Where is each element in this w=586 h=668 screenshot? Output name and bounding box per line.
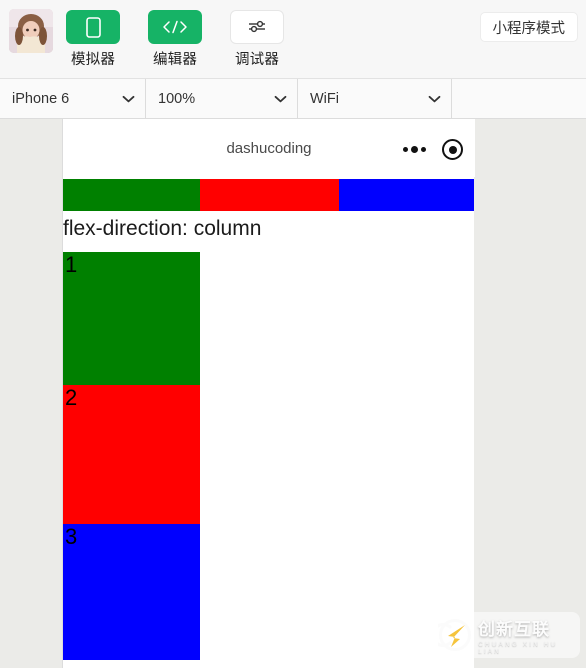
device-select[interactable]: iPhone 6 xyxy=(0,79,146,118)
simulator-stage: dashucoding flex-direction: column 123 创… xyxy=(0,119,586,668)
phone-icon xyxy=(85,16,101,38)
watermark-text: 创新互联 CHUANG XIN HU LIAN xyxy=(478,615,572,655)
flex-row-demo xyxy=(63,179,474,211)
zoom-select-value: 100% xyxy=(158,90,196,107)
network-select[interactable]: WiFi xyxy=(298,79,452,118)
phone-preview: dashucoding flex-direction: column 123 xyxy=(62,119,475,668)
target-center xyxy=(448,145,457,154)
chevron-down-icon xyxy=(274,95,287,103)
flex-column-demo: 123 xyxy=(63,252,200,660)
code-icon xyxy=(163,20,187,34)
mini-program-mode-button[interactable]: 小程序模式 xyxy=(479,12,578,42)
cx-logo-icon xyxy=(431,618,472,652)
main-toolbar: 模拟器 编辑器 调试器 小程序模式 xyxy=(0,0,586,79)
mini-program-navbar: dashucoding xyxy=(63,119,475,177)
target-circle-icon[interactable] xyxy=(442,139,463,160)
chevron-down-icon xyxy=(428,95,441,103)
debugger-button-label: 调试器 xyxy=(234,52,280,68)
user-avatar[interactable] xyxy=(9,9,53,53)
simulator-button-label: 模拟器 xyxy=(70,52,116,68)
dot xyxy=(421,147,426,152)
navbar-capsule xyxy=(403,139,463,160)
debugger-button[interactable] xyxy=(230,10,284,44)
editor-window: 模拟器 编辑器 调试器 小程序模式 iPhone 6 100% WiFi das… xyxy=(0,0,586,668)
simulator-button[interactable] xyxy=(66,10,120,44)
slider-icon xyxy=(249,20,265,33)
zoom-select[interactable]: 100% xyxy=(146,79,298,118)
options-bar-empty-area xyxy=(452,79,586,118)
flex-row-item xyxy=(200,179,339,211)
flex-column-item: 3 xyxy=(63,524,200,660)
watermark-en: CHUANG XIN HU LIAN xyxy=(478,641,558,655)
site-watermark: 创新互联 CHUANG XIN HU LIAN xyxy=(430,612,580,658)
device-select-value: iPhone 6 xyxy=(12,90,70,107)
chevron-down-icon xyxy=(122,95,135,103)
dot xyxy=(403,147,408,152)
flex-column-item: 2 xyxy=(63,385,200,524)
more-dots-icon[interactable] xyxy=(403,146,426,153)
watermark-cn: 创新互联 xyxy=(478,620,550,639)
flex-direction-caption: flex-direction: column xyxy=(63,217,262,240)
flex-row-item xyxy=(63,179,200,211)
flex-column-item: 1 xyxy=(63,252,200,385)
flex-row-item xyxy=(339,179,474,211)
editor-button[interactable] xyxy=(148,10,202,44)
simulator-options-bar: iPhone 6 100% WiFi xyxy=(0,79,586,119)
network-select-value: WiFi xyxy=(310,90,339,107)
editor-button-label: 编辑器 xyxy=(152,52,198,68)
dot xyxy=(411,146,418,153)
avatar-image xyxy=(9,9,53,53)
